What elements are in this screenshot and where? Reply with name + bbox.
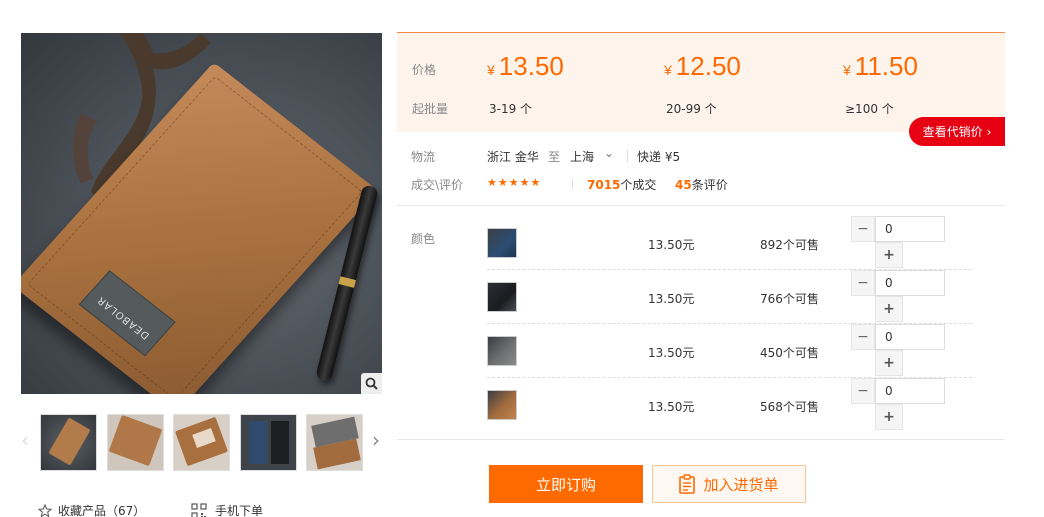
favorite-label: 收藏产品 — [58, 504, 107, 517]
add-to-list-button[interactable]: 加入进货单 — [652, 465, 806, 503]
quantity-stepper: − 0 + — [851, 378, 945, 432]
sku-row: 13.50元 766个可售 − 0 + — [487, 270, 972, 324]
price-label: 价格 — [412, 63, 437, 77]
increment-button[interactable]: + — [875, 242, 903, 268]
divider — [397, 205, 1005, 206]
increment-button[interactable]: + — [875, 404, 903, 430]
sku-price: 13.50元 — [648, 238, 695, 252]
thumbnail-2[interactable] — [107, 414, 164, 471]
thumb-prev-arrow-icon[interactable]: ‹ — [18, 428, 32, 452]
tier-price-1: ¥13.50 — [487, 51, 564, 81]
clipboard-icon — [679, 474, 696, 494]
qr-code-icon — [191, 502, 207, 517]
trade-label: 成交\评价 — [411, 178, 464, 192]
sku-stock: 892个可售 — [760, 238, 819, 252]
moq-label: 起批量 — [412, 102, 449, 116]
agent-price-button[interactable]: 查看代销价 › — [909, 117, 1005, 146]
buy-now-button[interactable]: 立即订购 — [489, 465, 643, 503]
express-fee: 快递 ¥5 — [637, 150, 681, 164]
divider — [627, 150, 628, 162]
decrement-button[interactable]: − — [851, 270, 875, 296]
logistics-label: 物流 — [411, 150, 436, 164]
deals-count[interactable]: 7015个成交 — [587, 176, 656, 193]
divider — [572, 178, 573, 190]
mobile-order-button[interactable]: 手机下单 — [191, 502, 263, 517]
sku-price: 13.50元 — [648, 400, 695, 414]
sku-stock: 568个可售 — [760, 400, 819, 414]
star-outline-icon — [38, 503, 52, 517]
ship-to-word: 至 — [548, 150, 561, 164]
tier-price-2: ¥12.50 — [664, 51, 741, 81]
ship-to-select[interactable]: 上海 — [570, 148, 594, 165]
sku-thumbnail[interactable] — [487, 390, 517, 420]
quantity-stepper: − 0 + — [851, 270, 945, 324]
color-label: 颜色 — [411, 232, 436, 246]
sku-thumbnail[interactable] — [487, 282, 517, 312]
divider — [397, 439, 1005, 440]
decrement-button[interactable]: − — [851, 378, 875, 404]
price-box: 价格 起批量 ¥13.50 ¥12.50 ¥11.50 3-19 个 20-99… — [397, 32, 1005, 132]
sku-row: 13.50元 568个可售 − 0 + — [487, 378, 972, 432]
tier-range-1: 3-19 个 — [489, 102, 533, 116]
sku-price: 13.50元 — [648, 292, 695, 306]
thumbnail-5[interactable] — [306, 414, 363, 471]
decrement-button[interactable]: − — [851, 324, 875, 350]
sku-stock: 766个可售 — [760, 292, 819, 306]
thumb-next-arrow-icon[interactable]: › — [369, 428, 383, 452]
sku-thumbnail[interactable] — [487, 336, 517, 366]
sku-row: 13.50元 892个可售 − 0 + — [487, 216, 972, 270]
sku-row: 13.50元 450个可售 − 0 + — [487, 324, 972, 378]
reviews-count[interactable]: 45条评价 — [675, 176, 728, 193]
tier-range-3: ≥100 个 — [845, 102, 894, 116]
thumbnail-3[interactable] — [173, 414, 230, 471]
quantity-input[interactable]: 0 — [875, 216, 945, 242]
quantity-stepper: − 0 + — [851, 216, 945, 270]
increment-button[interactable]: + — [875, 350, 903, 376]
favorite-button[interactable]: 收藏产品（67） — [38, 502, 145, 517]
brand-patch: DEABOLAR — [78, 270, 176, 357]
chevron-down-icon[interactable]: ⌄ — [604, 146, 614, 160]
favorite-count: （67） — [106, 504, 146, 517]
product-main-image[interactable]: DEABOLAR — [21, 33, 382, 394]
agent-price-label: 查看代销价 — [922, 125, 983, 139]
quantity-input[interactable]: 0 — [875, 270, 945, 296]
decrement-button[interactable]: − — [851, 216, 875, 242]
quantity-input[interactable]: 0 — [875, 378, 945, 404]
mobile-order-label: 手机下单 — [215, 504, 264, 517]
sku-stock: 450个可售 — [760, 346, 819, 360]
thumbnail-1[interactable] — [40, 414, 97, 471]
quantity-input[interactable]: 0 — [875, 324, 945, 350]
chevron-right-icon: › — [986, 124, 992, 139]
zoom-icon[interactable] — [361, 373, 382, 394]
tier-price-3: ¥11.50 — [843, 51, 918, 81]
add-to-list-label: 加入进货单 — [703, 475, 779, 494]
thumbnail-4[interactable] — [240, 414, 297, 471]
sku-thumbnail[interactable] — [487, 228, 517, 258]
ship-from: 浙江 金华 — [487, 150, 539, 164]
sku-price: 13.50元 — [648, 346, 695, 360]
rating-stars: ★★★★★ — [487, 176, 542, 189]
tier-range-2: 20-99 个 — [666, 102, 717, 116]
quantity-stepper: − 0 + — [851, 324, 945, 378]
increment-button[interactable]: + — [875, 296, 903, 322]
